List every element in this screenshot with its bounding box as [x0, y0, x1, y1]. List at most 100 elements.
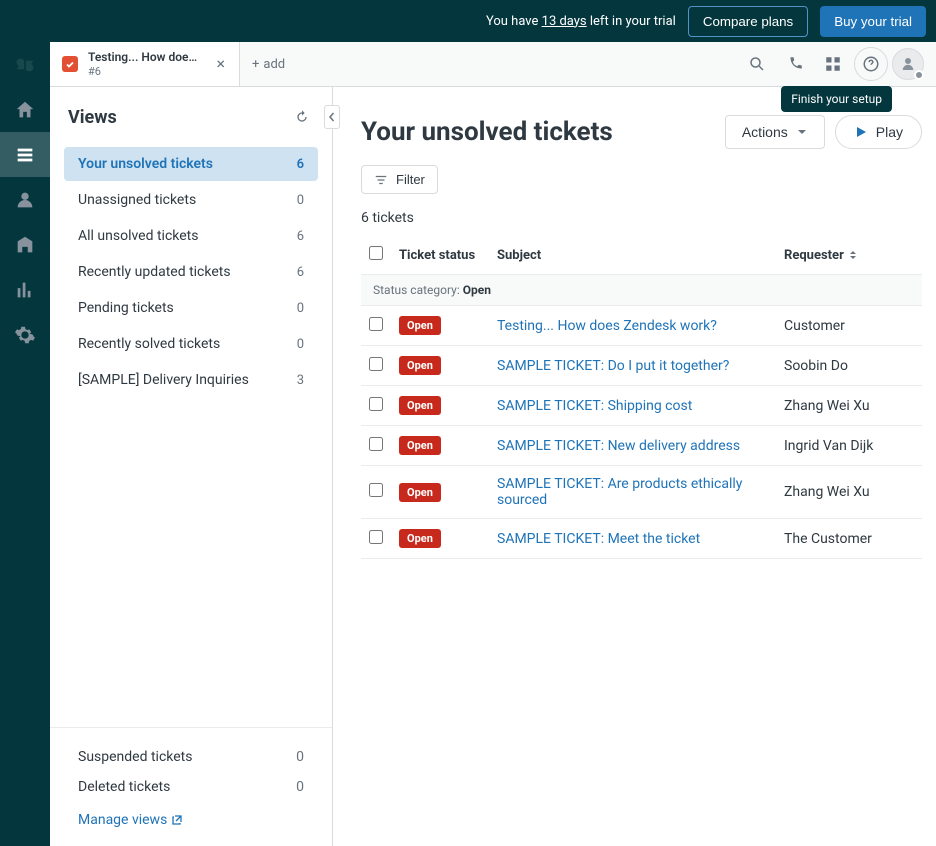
- play-button[interactable]: Play: [835, 115, 922, 149]
- trial-days-link[interactable]: 13 days: [542, 14, 587, 29]
- buy-trial-button[interactable]: Buy your trial: [820, 6, 926, 37]
- row-checkbox[interactable]: [369, 357, 383, 371]
- close-icon[interactable]: ×: [214, 54, 227, 74]
- tab-title: Testing... How does Z…: [88, 50, 203, 64]
- nav-customers[interactable]: [0, 177, 50, 222]
- table-row: Open SAMPLE TICKET: Meet the ticket The …: [361, 519, 922, 559]
- row-checkbox[interactable]: [369, 437, 383, 451]
- status-category-row: Status category: Open: [361, 274, 922, 306]
- ticket-subject-link[interactable]: SAMPLE TICKET: New delivery address: [497, 438, 740, 454]
- collapse-views-button[interactable]: [324, 105, 340, 129]
- play-icon: [854, 125, 868, 139]
- row-checkbox[interactable]: [369, 397, 383, 411]
- row-status-cell: Open: [399, 396, 497, 415]
- row-status-cell: Open: [399, 356, 497, 375]
- view-label: Suspended tickets: [78, 749, 192, 765]
- play-label: Play: [876, 124, 903, 140]
- category-label: Status category:: [373, 283, 463, 297]
- row-status-cell: Open: [399, 316, 497, 335]
- view-item[interactable]: Recently solved tickets0: [64, 327, 318, 361]
- table-row: Open Testing... How does Zendesk work? C…: [361, 306, 922, 346]
- row-checkbox-cell: [369, 437, 399, 455]
- views-header: Views: [50, 87, 332, 141]
- row-status-cell: Open: [399, 529, 497, 548]
- row-checkbox-cell: [369, 357, 399, 375]
- views-sidebar: Views Your unsolved tickets 6 Unassigned t…: [50, 87, 333, 846]
- view-count: 3: [297, 373, 304, 388]
- header-subject[interactable]: Subject: [497, 248, 784, 263]
- view-item[interactable]: Your unsolved tickets 6: [64, 147, 318, 181]
- ticket-subject-link[interactable]: SAMPLE TICKET: Are products ethically so…: [497, 476, 742, 508]
- tickets-table: Ticket status Subject Requester Status c…: [361, 236, 922, 559]
- external-link-icon: [171, 814, 183, 826]
- row-subject-cell: SAMPLE TICKET: Do I put it together?: [497, 358, 784, 374]
- header-requester[interactable]: Requester: [784, 248, 914, 263]
- status-badge: Open: [399, 316, 441, 335]
- view-count: 0: [297, 301, 304, 316]
- manage-views-link[interactable]: Manage views: [78, 812, 183, 828]
- header-ticket-status[interactable]: Ticket status: [399, 248, 497, 263]
- view-label: Deleted tickets: [78, 779, 170, 795]
- page-title: Your unsolved tickets: [361, 117, 613, 147]
- ticket-subject-link[interactable]: SAMPLE TICKET: Meet the ticket: [497, 531, 700, 547]
- view-label: Recently solved tickets: [78, 336, 220, 352]
- tab-sub: #6: [88, 65, 204, 78]
- row-subject-cell: SAMPLE TICKET: New delivery address: [497, 438, 784, 454]
- status-dot: [914, 70, 924, 80]
- view-item[interactable]: Recently updated tickets6: [64, 255, 318, 289]
- tab-text: Testing... How does Z… #6: [88, 50, 204, 78]
- row-subject-cell: Testing... How does Zendesk work?: [497, 318, 784, 334]
- ticket-subject-link[interactable]: Testing... How does Zendesk work?: [497, 318, 717, 334]
- trial-text: You have 13 days left in your trial: [486, 14, 676, 29]
- row-checkbox[interactable]: [369, 483, 383, 497]
- view-item-bottom[interactable]: Suspended tickets0: [78, 742, 304, 772]
- search-button[interactable]: [740, 47, 774, 81]
- ticket-subject-link[interactable]: SAMPLE TICKET: Shipping cost: [497, 398, 692, 414]
- row-requester-cell: Ingrid Van Dijk: [784, 438, 914, 454]
- row-checkbox[interactable]: [369, 530, 383, 544]
- nav-reporting[interactable]: [0, 267, 50, 312]
- filter-button[interactable]: Filter: [361, 165, 438, 194]
- apps-button[interactable]: [816, 47, 850, 81]
- row-checkbox-cell: [369, 530, 399, 548]
- view-item[interactable]: Unassigned tickets0: [64, 183, 318, 217]
- filter-icon: [374, 173, 388, 187]
- row-requester-cell: Zhang Wei Xu: [784, 484, 914, 500]
- row-checkbox[interactable]: [369, 317, 383, 331]
- nav-admin[interactable]: [0, 312, 50, 357]
- ticket-count: 6 tickets: [361, 210, 922, 226]
- table-header: Ticket status Subject Requester: [361, 236, 922, 274]
- refresh-button[interactable]: [290, 105, 314, 129]
- content-area: Views Your unsolved tickets 6 Unassigned t…: [50, 87, 936, 846]
- select-all-checkbox[interactable]: [369, 246, 383, 260]
- view-item[interactable]: All unsolved tickets6: [64, 219, 318, 253]
- compare-plans-button[interactable]: Compare plans: [688, 6, 808, 37]
- ticket-tab[interactable]: Testing... How does Z… #6 ×: [50, 42, 240, 86]
- add-tab-button[interactable]: + add: [240, 42, 297, 86]
- view-item-bottom[interactable]: Deleted tickets0: [78, 772, 304, 802]
- ticket-subject-link[interactable]: SAMPLE TICKET: Do I put it together?: [497, 358, 729, 374]
- nav-organizations[interactable]: [0, 222, 50, 267]
- status-badge: Open: [399, 396, 441, 415]
- trial-banner: You have 13 days left in your trial Comp…: [0, 0, 936, 42]
- row-subject-cell: SAMPLE TICKET: Shipping cost: [497, 398, 784, 414]
- view-item[interactable]: Pending tickets0: [64, 291, 318, 325]
- view-count: 6: [297, 157, 304, 172]
- avatar-button[interactable]: [892, 48, 924, 80]
- call-button[interactable]: [778, 47, 812, 81]
- table-row: Open SAMPLE TICKET: Shipping cost Zhang …: [361, 386, 922, 426]
- view-label: Your unsolved tickets: [78, 156, 213, 172]
- actions-dropdown[interactable]: Actions: [725, 115, 825, 149]
- trial-suffix: left in your trial: [587, 14, 676, 29]
- nav-home[interactable]: [0, 87, 50, 132]
- views-bottom: Suspended tickets0Deleted tickets0 Manag…: [50, 727, 332, 846]
- main-panel: Your unsolved tickets Actions Play Filte…: [333, 87, 936, 846]
- row-checkbox-cell: [369, 317, 399, 335]
- row-requester-cell: Soobin Do: [784, 358, 914, 374]
- nav-views[interactable]: [0, 132, 50, 177]
- row-requester-cell: Customer: [784, 318, 914, 334]
- row-status-cell: Open: [399, 436, 497, 455]
- help-button[interactable]: [854, 47, 888, 81]
- header-requester-label: Requester: [784, 248, 844, 263]
- view-item[interactable]: [SAMPLE] Delivery Inquiries3: [64, 363, 318, 397]
